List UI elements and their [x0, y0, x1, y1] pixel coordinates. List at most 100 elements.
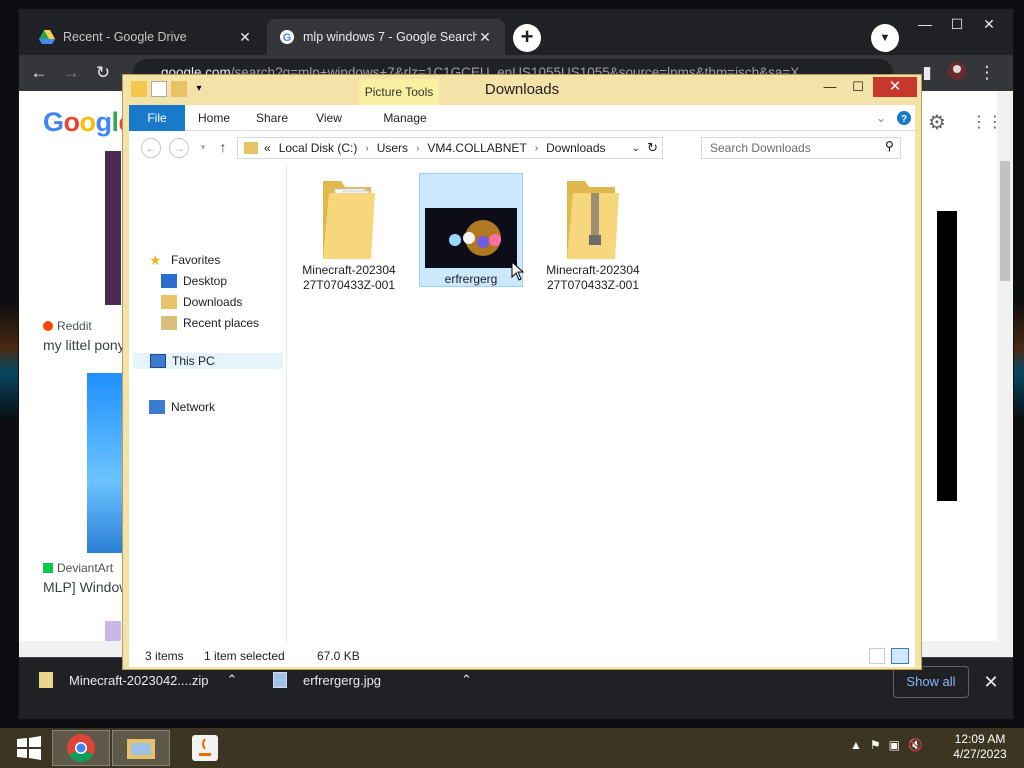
menu-icon[interactable]: ⋮ [975, 61, 999, 85]
file-item-image[interactable]: erfrergerg [419, 173, 523, 287]
nav-network[interactable]: Network [149, 400, 215, 414]
chevron-right-icon[interactable]: › [535, 143, 538, 154]
preview-panel[interactable] [937, 211, 957, 501]
start-button[interactable] [0, 730, 58, 766]
tab-file[interactable]: File [129, 105, 185, 131]
gear-icon[interactable]: ⚙ [925, 111, 949, 135]
volume-muted-icon[interactable]: 🔇 [908, 738, 923, 752]
apps-grid-icon[interactable]: ⋮⋮ [971, 111, 1003, 135]
chevron-up-icon[interactable]: ⌃ [461, 672, 472, 688]
search-icon[interactable]: ⚲ [885, 139, 894, 153]
network-icon[interactable]: ▣ [889, 738, 900, 752]
download-item-zip[interactable]: Minecraft-2023042....zip ⌃ [39, 672, 237, 688]
google-drive-icon [39, 29, 55, 45]
image-file-icon [273, 672, 287, 688]
forward-icon[interactable]: → [169, 138, 189, 158]
nav-recent-places[interactable]: Recent places [161, 316, 259, 330]
close-icon[interactable]: ✕ [237, 29, 253, 45]
chevron-right-icon[interactable]: › [365, 143, 368, 154]
flag-icon[interactable]: ⚑ [870, 738, 881, 752]
result-title[interactable]: my littel pony [43, 337, 125, 353]
chevron-up-icon[interactable]: ⌃ [226, 672, 237, 688]
explorer-titlebar[interactable]: ▾ Picture Tools Downloads — ☐ ✕ [123, 75, 921, 105]
navigation-bar: ← → ▾ ↑ « Local Disk (C:) › Users › VM4.… [129, 131, 915, 165]
close-icon[interactable]: ✕ [873, 77, 917, 97]
nav-favorites[interactable]: ★ Favorites [149, 253, 220, 267]
result-source: DeviantArt [43, 561, 113, 575]
large-icons-view-icon[interactable] [891, 648, 909, 664]
chevron-right-icon[interactable]: › [416, 143, 419, 154]
tab-share[interactable]: Share [247, 105, 297, 131]
minimize-icon[interactable]: — [909, 13, 941, 35]
back-icon[interactable]: ← [27, 61, 51, 85]
show-all-button[interactable]: Show all [893, 666, 969, 698]
result-image[interactable] [105, 151, 121, 305]
breadcrumb-user[interactable]: VM4.COLLABNET [427, 141, 526, 155]
chevron-down-icon[interactable]: ⌄ [632, 143, 640, 154]
folder-icon [244, 142, 258, 154]
refresh-icon[interactable]: ↻ [647, 140, 658, 156]
tab-title: Recent - Google Drive [63, 30, 187, 44]
file-item-folder[interactable]: Minecraft-202304 27T070433Z-001 [297, 173, 401, 292]
tab-view[interactable]: View [305, 105, 353, 131]
deviantart-icon [43, 563, 53, 573]
chevron-down-icon[interactable]: ▼ [871, 24, 899, 52]
result-image[interactable] [105, 621, 121, 643]
taskbar: ▲ ⚑ ▣ 🔇 12:09 AM 4/27/2023 [0, 728, 1024, 768]
download-filename: Minecraft-2023042....zip [69, 672, 209, 688]
details-view-icon[interactable] [869, 648, 885, 664]
reload-icon[interactable]: ↻ [91, 61, 115, 85]
file-list: Minecraft-202304 27T070433Z-001 erfrerge… [287, 165, 915, 645]
chevron-down-icon[interactable]: ⌄ [871, 105, 891, 131]
breadcrumb-users[interactable]: Users [377, 141, 408, 155]
taskbar-chrome[interactable] [52, 730, 110, 766]
avatar[interactable] [945, 61, 969, 85]
help-icon[interactable]: ? [895, 105, 913, 131]
new-tab-button[interactable]: + [513, 24, 541, 52]
nav-desktop[interactable]: Desktop [161, 274, 227, 288]
download-item-jpg[interactable]: erfrergerg.jpg ⌃ [273, 672, 472, 688]
page-scrollbar[interactable] [997, 91, 1013, 657]
close-icon[interactable]: ✕ [477, 29, 493, 45]
forward-icon[interactable]: → [59, 61, 83, 85]
computer-icon [150, 354, 166, 368]
search-input[interactable]: Search Downloads [701, 137, 901, 159]
svg-text:G: G [283, 32, 292, 44]
close-icon[interactable]: ✕ [979, 670, 1003, 694]
taskbar-java[interactable] [176, 730, 234, 766]
maximize-icon[interactable]: ☐ [941, 13, 973, 35]
breadcrumb-prefix[interactable]: « [264, 141, 271, 155]
breadcrumb-local-disk[interactable]: Local Disk (C:) [279, 141, 358, 155]
tab-home[interactable]: Home [189, 105, 239, 131]
windows-icon [17, 736, 41, 760]
clock[interactable]: 12:09 AM 4/27/2023 [944, 732, 1016, 762]
close-icon[interactable]: ✕ [973, 13, 1005, 35]
svg-text:?: ? [901, 114, 907, 125]
taskbar-file-explorer[interactable] [112, 730, 170, 766]
google-logo[interactable]: Google [43, 107, 134, 138]
breadcrumb-downloads[interactable]: Downloads [546, 141, 605, 155]
scroll-thumb[interactable] [1000, 161, 1010, 281]
tab-manage[interactable]: Manage [365, 105, 445, 131]
nav-this-pc[interactable]: This PC [133, 353, 283, 369]
address-field[interactable]: « Local Disk (C:) › Users › VM4.COLLABNE… [237, 137, 663, 159]
minimize-icon[interactable]: — [817, 77, 843, 97]
result-image[interactable] [87, 373, 123, 553]
chevron-up-icon[interactable]: ▲ [850, 738, 862, 752]
desktop-icon [161, 274, 177, 288]
tab-google-search[interactable]: G mlp windows 7 - Google Search ✕ [267, 19, 505, 55]
window-title: Downloads [484, 81, 560, 98]
java-icon [192, 735, 218, 761]
status-bar: 3 items 1 item selected 67.0 KB [129, 645, 915, 667]
result-title[interactable]: MLP] Window [43, 579, 129, 595]
maximize-icon[interactable]: ☐ [845, 77, 871, 97]
tab-google-drive[interactable]: Recent - Google Drive ✕ [27, 19, 265, 55]
up-arrow-icon[interactable]: ↑ [213, 138, 233, 158]
back-icon[interactable]: ← [141, 138, 161, 158]
selection-size: 67.0 KB [317, 649, 360, 663]
nav-downloads[interactable]: Downloads [161, 295, 242, 309]
file-item-zip[interactable]: Minecraft-202304 27T070433Z-001 [541, 173, 645, 292]
file-explorer-window: ▾ Picture Tools Downloads — ☐ ✕ File Hom… [122, 74, 922, 670]
zip-folder-icon [567, 181, 619, 259]
chevron-down-icon[interactable]: ▾ [193, 138, 213, 158]
